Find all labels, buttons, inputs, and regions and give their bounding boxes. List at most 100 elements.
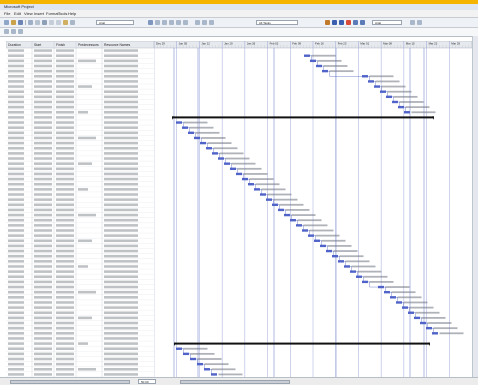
gantt-scroll-thumb[interactable] [180, 380, 290, 384]
undo-icon[interactable] [70, 20, 75, 25]
open-icon[interactable] [11, 20, 16, 25]
task-bar[interactable] [188, 131, 194, 135]
task-info-icon[interactable] [169, 20, 174, 25]
preview-icon[interactable] [35, 20, 40, 25]
task-bar[interactable] [320, 244, 326, 248]
menu-format[interactable]: Format [46, 10, 59, 17]
task-bar[interactable] [356, 275, 362, 278]
task-bar[interactable] [408, 311, 414, 314]
task-bar[interactable] [396, 301, 402, 304]
summary-bar[interactable] [174, 342, 430, 345]
column-header[interactable]: Start [34, 43, 41, 47]
task-bar[interactable] [362, 75, 368, 78]
save-icon[interactable] [18, 20, 23, 25]
task-bar[interactable] [332, 254, 338, 258]
task-bar[interactable] [374, 85, 380, 88]
vertical-scrollbar[interactable] [472, 36, 478, 377]
task-bar[interactable] [200, 141, 206, 145]
gantt-wizard-icon[interactable] [325, 20, 330, 25]
sheet-scroll-thumb[interactable] [10, 380, 130, 384]
task-bar[interactable] [260, 193, 266, 196]
task-bar[interactable] [384, 290, 390, 294]
task-bar[interactable] [204, 368, 210, 371]
task-bar[interactable] [420, 321, 426, 325]
print-icon[interactable] [28, 20, 33, 25]
task-bar[interactable] [183, 352, 189, 356]
task-bar[interactable] [182, 126, 188, 129]
task-bar[interactable] [322, 69, 328, 73]
task-bar[interactable] [248, 183, 254, 186]
menu-file[interactable]: File [4, 10, 10, 17]
task-bar[interactable] [194, 136, 200, 140]
task-bar[interactable] [236, 172, 242, 176]
task-bar[interactable] [212, 152, 218, 155]
task-bar[interactable] [290, 219, 296, 222]
unlink-icon[interactable] [155, 20, 160, 25]
column-header[interactable]: Predecessors [78, 43, 99, 47]
task-bar[interactable] [218, 157, 224, 160]
task-bar[interactable] [278, 208, 284, 212]
task-bar[interactable] [380, 90, 386, 93]
bold-icon[interactable] [332, 20, 337, 25]
menu-help[interactable]: Help [68, 10, 76, 17]
task-bar[interactable] [224, 162, 230, 165]
align-right-icon[interactable] [410, 20, 415, 25]
align-center-icon[interactable] [360, 20, 365, 25]
task-bar[interactable] [296, 224, 302, 227]
task-bar[interactable] [414, 316, 420, 320]
menu-edit[interactable]: Edit [14, 10, 21, 17]
goto-task-icon[interactable] [209, 20, 214, 25]
spelling-icon[interactable] [42, 20, 47, 25]
task-bar[interactable] [304, 54, 310, 57]
task-bar[interactable] [386, 95, 392, 99]
column-header[interactable]: Duration [8, 43, 21, 47]
menu-tools[interactable]: Tools [58, 10, 67, 17]
font-select[interactable]: Arial [96, 20, 134, 25]
zoom-out-icon[interactable] [202, 20, 207, 25]
paste-icon[interactable] [63, 20, 68, 25]
task-bar[interactable] [284, 213, 290, 217]
underline-icon[interactable] [346, 20, 351, 25]
task-bar[interactable] [242, 177, 248, 181]
summary-bar[interactable] [172, 116, 434, 119]
assign-icon[interactable] [183, 20, 188, 25]
task-bar[interactable] [176, 347, 182, 350]
link-icon[interactable] [148, 20, 153, 25]
size-select[interactable]: Arial [372, 20, 402, 25]
task-bar[interactable] [302, 229, 308, 232]
task-bar[interactable] [390, 296, 396, 299]
task-bar[interactable] [368, 80, 374, 83]
notes-icon[interactable] [176, 20, 181, 25]
task-bar[interactable] [338, 260, 344, 263]
task-bar[interactable] [310, 59, 316, 63]
task-bar[interactable] [211, 373, 217, 376]
task-bar[interactable] [402, 306, 408, 309]
new-icon[interactable] [4, 20, 9, 25]
task-bar[interactable] [254, 188, 260, 191]
task-bar[interactable] [426, 326, 432, 330]
show-subtasks-icon[interactable] [11, 29, 16, 34]
menu-view[interactable]: View [24, 10, 33, 17]
cut-icon[interactable] [49, 20, 54, 25]
task-bar[interactable] [404, 111, 410, 114]
task-bar[interactable] [314, 239, 320, 242]
task-bar[interactable] [272, 203, 278, 206]
column-header[interactable]: Finish [56, 43, 65, 47]
task-bar[interactable] [308, 234, 314, 237]
task-bar[interactable] [190, 357, 196, 361]
task-bar[interactable] [176, 121, 182, 124]
task-bar[interactable] [326, 249, 332, 253]
task-bar[interactable] [230, 167, 236, 171]
task-bar[interactable] [362, 280, 368, 284]
task-bar[interactable] [344, 265, 350, 268]
task-bar[interactable] [197, 362, 203, 366]
outdent-icon[interactable] [4, 29, 9, 34]
split-icon[interactable] [162, 20, 167, 25]
task-bar[interactable] [398, 105, 404, 109]
hide-subtasks-icon[interactable] [18, 29, 23, 34]
italic-icon[interactable] [339, 20, 344, 25]
zoom-in-icon[interactable] [195, 20, 200, 25]
task-bar[interactable] [432, 332, 438, 335]
column-header[interactable]: Resource Names [104, 43, 130, 47]
copy-icon[interactable] [56, 20, 61, 25]
